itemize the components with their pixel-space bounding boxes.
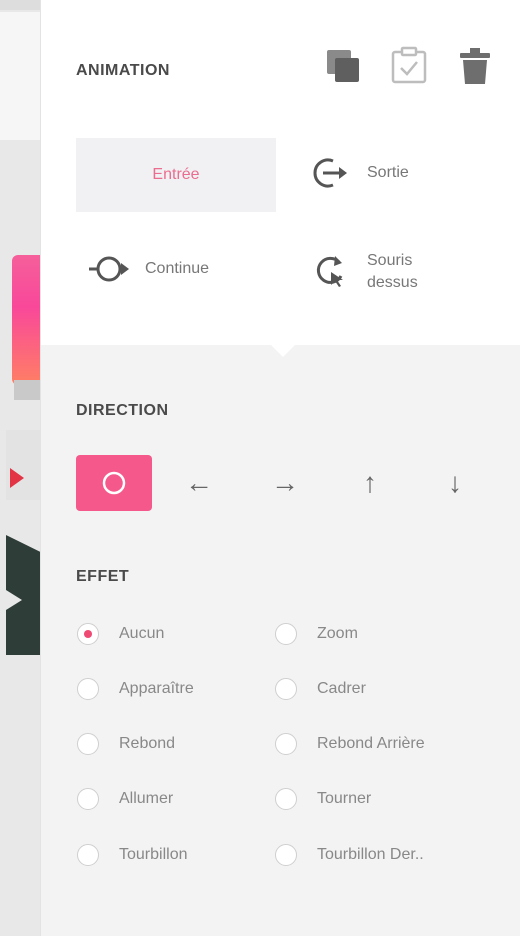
radio-button[interactable] <box>77 788 99 810</box>
clipboard-check-button[interactable] <box>389 46 429 86</box>
canvas-top-band <box>0 0 40 10</box>
direction-heading: DIRECTION <box>76 402 169 419</box>
animation-type-entree[interactable]: Entrée <box>76 138 276 212</box>
effect-label: Tourbillon Der.. <box>317 846 424 863</box>
effect-label: Apparaître <box>119 680 194 697</box>
effect-label: Zoom <box>317 625 358 642</box>
section-pointer <box>269 343 297 357</box>
canvas-red-mark <box>10 468 24 488</box>
effect-label: Aucun <box>119 625 165 642</box>
radio-button[interactable] <box>275 844 297 866</box>
arrow-left-icon: ← <box>185 467 213 498</box>
radio-selected-dot <box>84 630 92 638</box>
effect-option-zoom[interactable]: Zoom <box>275 620 358 648</box>
effect-label: Tourner <box>317 790 372 807</box>
canvas-pink-element <box>12 255 40 385</box>
souris-label-line2: dessus <box>367 274 418 291</box>
effect-heading: EFFET <box>76 568 130 585</box>
radio-button[interactable] <box>275 788 297 810</box>
effect-option-cadrer[interactable]: Cadrer <box>275 675 366 703</box>
animation-type-souris-label: Souris dessus <box>367 250 418 294</box>
effect-option-tourbillon-derriere[interactable]: Tourbillon Der.. <box>275 841 424 869</box>
delete-button[interactable] <box>455 46 495 86</box>
duplicate-button[interactable] <box>323 46 363 86</box>
canvas-gray-element <box>6 430 40 500</box>
canvas-preview-strip <box>0 0 40 936</box>
souris-label-line1: Souris <box>367 252 413 269</box>
animation-type-souris-dessus[interactable]: Souris dessus <box>309 244 489 300</box>
circle-icon <box>102 471 126 495</box>
effect-option-rebond[interactable]: Rebond <box>77 730 175 758</box>
exit-icon <box>309 153 353 193</box>
animation-type-entree-label: Entrée <box>152 166 200 183</box>
radio-button[interactable] <box>77 678 99 700</box>
clipboard-check-icon <box>391 46 427 84</box>
effect-option-aucun[interactable]: Aucun <box>77 620 164 648</box>
animation-panel: ANIMATION Entrée Sortie Continue Souris … <box>40 0 520 936</box>
effect-label: Rebond Arrière <box>317 735 425 752</box>
canvas-card <box>0 12 40 140</box>
direction-down-button[interactable]: ↓ <box>417 455 493 511</box>
canvas-shadow <box>14 380 40 400</box>
duplicate-icon <box>327 50 359 82</box>
hover-cursor-icon <box>309 252 353 292</box>
direction-left-button[interactable]: ← <box>161 455 237 511</box>
effect-label: Rebond <box>119 735 176 752</box>
arrow-right-icon: → <box>271 467 299 498</box>
effect-label: Cadrer <box>317 680 366 697</box>
animation-type-sortie[interactable]: Sortie <box>309 150 489 196</box>
animation-type-continue-label: Continue <box>145 260 210 277</box>
animation-heading: ANIMATION <box>76 62 170 79</box>
direction-up-button[interactable]: ↑ <box>332 455 408 511</box>
radio-button[interactable] <box>275 623 297 645</box>
radio-button[interactable] <box>77 623 99 645</box>
effect-option-rebond-arriere[interactable]: Rebond Arrière <box>275 730 425 758</box>
effect-label: Allumer <box>119 790 174 807</box>
direction-right-button[interactable]: → <box>247 455 323 511</box>
radio-button[interactable] <box>275 678 297 700</box>
arrow-down-icon: ↓ <box>448 467 462 498</box>
effect-option-tourner[interactable]: Tourner <box>275 785 371 813</box>
effect-option-apparaitre[interactable]: Apparaître <box>77 675 194 703</box>
radio-button[interactable] <box>77 733 99 755</box>
arrow-up-icon: ↑ <box>363 467 377 498</box>
effect-label: Tourbillon <box>119 846 188 863</box>
loop-icon <box>87 249 131 289</box>
effect-option-tourbillon[interactable]: Tourbillon <box>77 841 187 869</box>
direction-none-button[interactable] <box>76 455 152 511</box>
animation-type-sortie-label: Sortie <box>367 164 409 181</box>
effect-option-allumer[interactable]: Allumer <box>77 785 173 813</box>
animation-type-continue[interactable]: Continue <box>87 246 287 292</box>
trash-icon <box>460 48 490 84</box>
radio-button[interactable] <box>275 733 297 755</box>
radio-button[interactable] <box>77 844 99 866</box>
